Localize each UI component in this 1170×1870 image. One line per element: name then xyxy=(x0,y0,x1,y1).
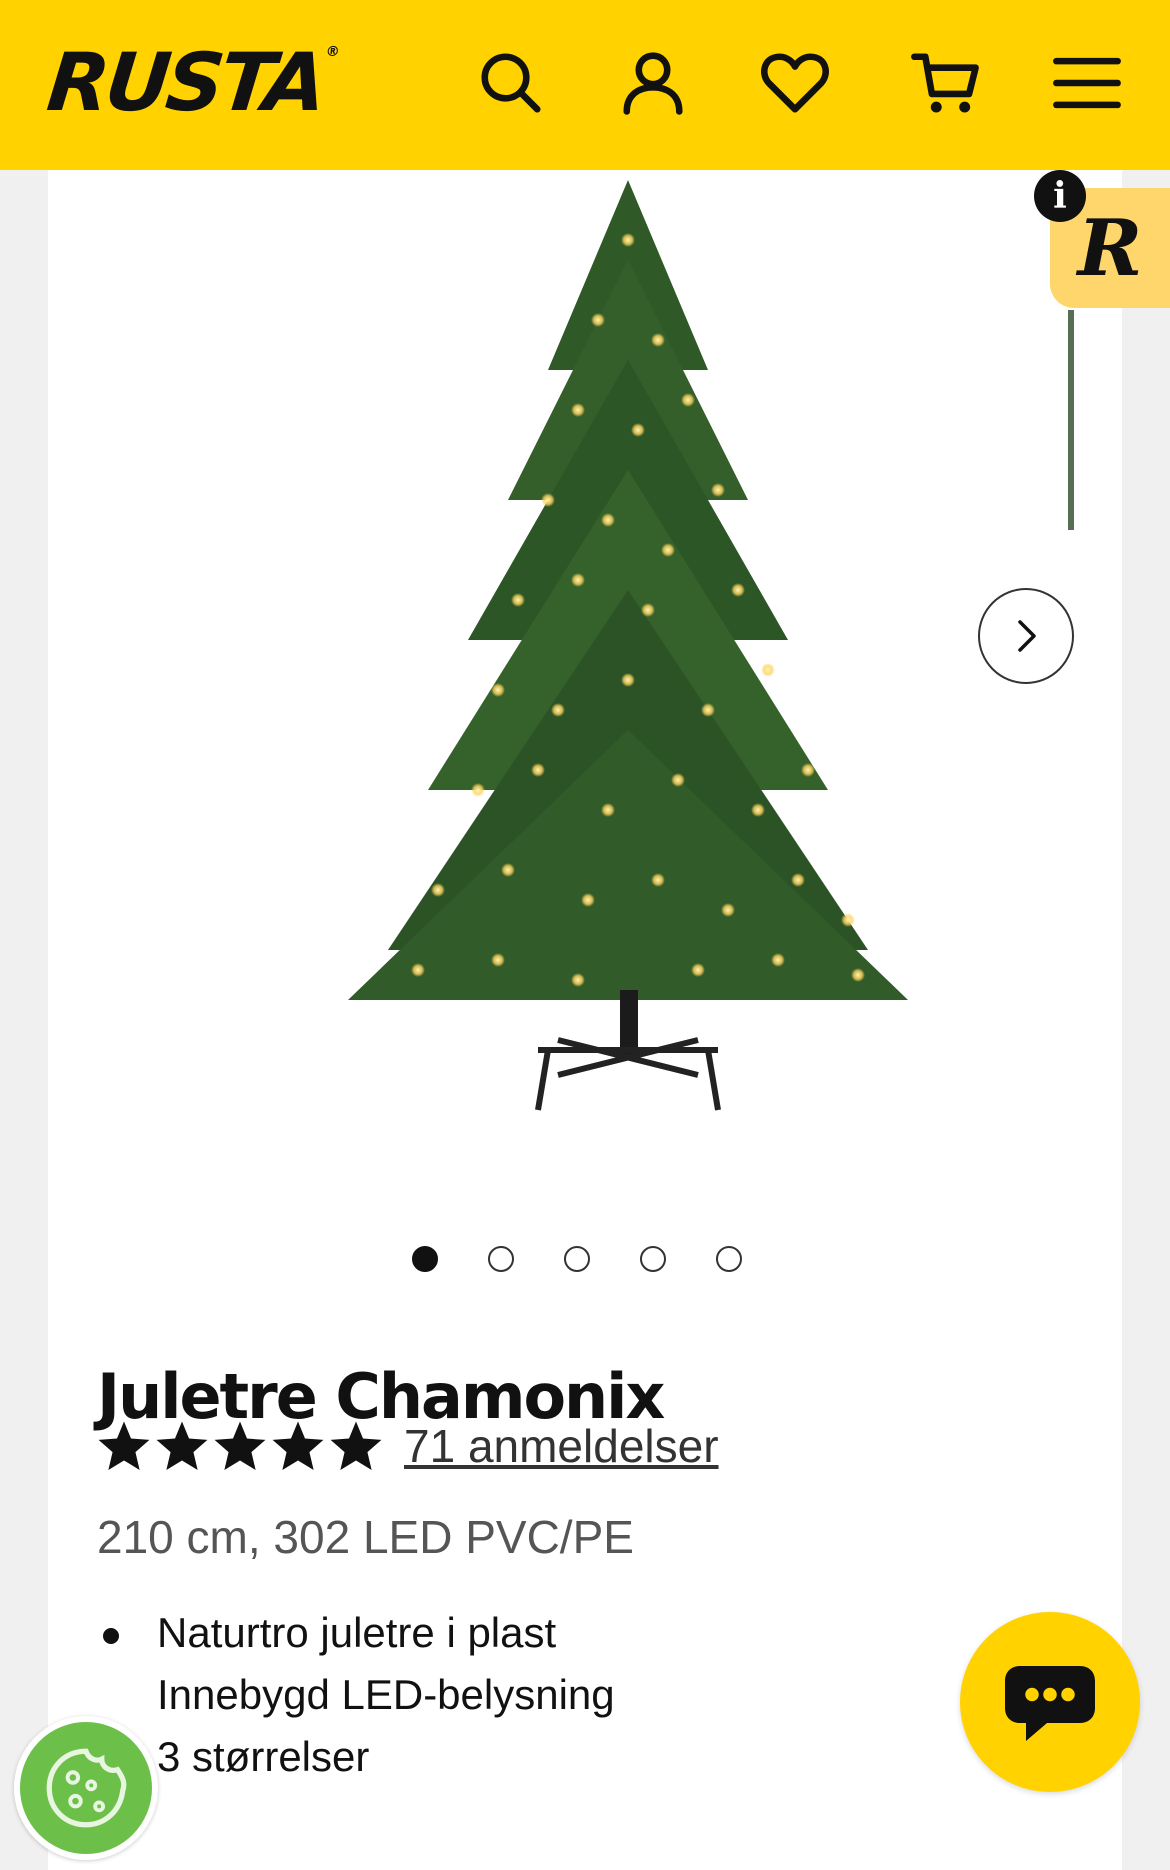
menu-icon[interactable] xyxy=(1042,38,1132,128)
gallery-dot-1[interactable] xyxy=(412,1246,438,1272)
feature-item: 3 størrelser xyxy=(157,1733,370,1780)
star-icon xyxy=(272,1421,324,1471)
feature-list: Naturtro juletre i plast Innebygd LED-be… xyxy=(97,1602,615,1788)
product-subtitle: 210 cm, 302 LED PVC/PE xyxy=(97,1511,634,1563)
gallery-pagination xyxy=(412,1246,742,1272)
next-image-button[interactable] xyxy=(978,588,1074,684)
rusta-logo[interactable]: RUSTA® xyxy=(43,36,341,129)
chat-bubble-icon xyxy=(1005,1666,1095,1741)
cart-icon[interactable] xyxy=(900,38,990,128)
reviews-link[interactable]: 71 anmeldelser xyxy=(404,1419,719,1473)
gallery-dot-4[interactable] xyxy=(640,1246,666,1272)
search-icon[interactable] xyxy=(466,38,556,128)
cookie-settings-button[interactable] xyxy=(14,1716,158,1860)
account-icon[interactable] xyxy=(608,38,698,128)
chat-button[interactable] xyxy=(960,1612,1140,1792)
rating-stars xyxy=(96,1418,384,1474)
info-icon[interactable]: i xyxy=(1034,170,1086,222)
gallery-dot-3[interactable] xyxy=(564,1246,590,1272)
chevron-right-icon xyxy=(1018,620,1036,652)
feature-item: Naturtro juletre i plast xyxy=(97,1602,615,1664)
cookie-icon xyxy=(46,1748,127,1828)
gallery-dot-5[interactable] xyxy=(716,1246,742,1272)
product-rating: 71 anmeldelser xyxy=(96,1418,719,1474)
star-icon xyxy=(214,1421,266,1471)
feature-item: Innebygd LED-belysning xyxy=(157,1671,615,1718)
gallery-dot-2[interactable] xyxy=(488,1246,514,1272)
product-card: Juletre Chamonix 71 anmeldelser 210 cm, … xyxy=(48,170,1122,1870)
star-icon xyxy=(330,1421,382,1471)
christmas-tree-image[interactable] xyxy=(298,170,978,1170)
site-header: RUSTA® xyxy=(0,0,1170,170)
star-icon xyxy=(98,1421,150,1471)
star-icon xyxy=(156,1421,208,1471)
next-image-preview xyxy=(1068,310,1074,530)
heart-icon[interactable] xyxy=(750,38,840,128)
